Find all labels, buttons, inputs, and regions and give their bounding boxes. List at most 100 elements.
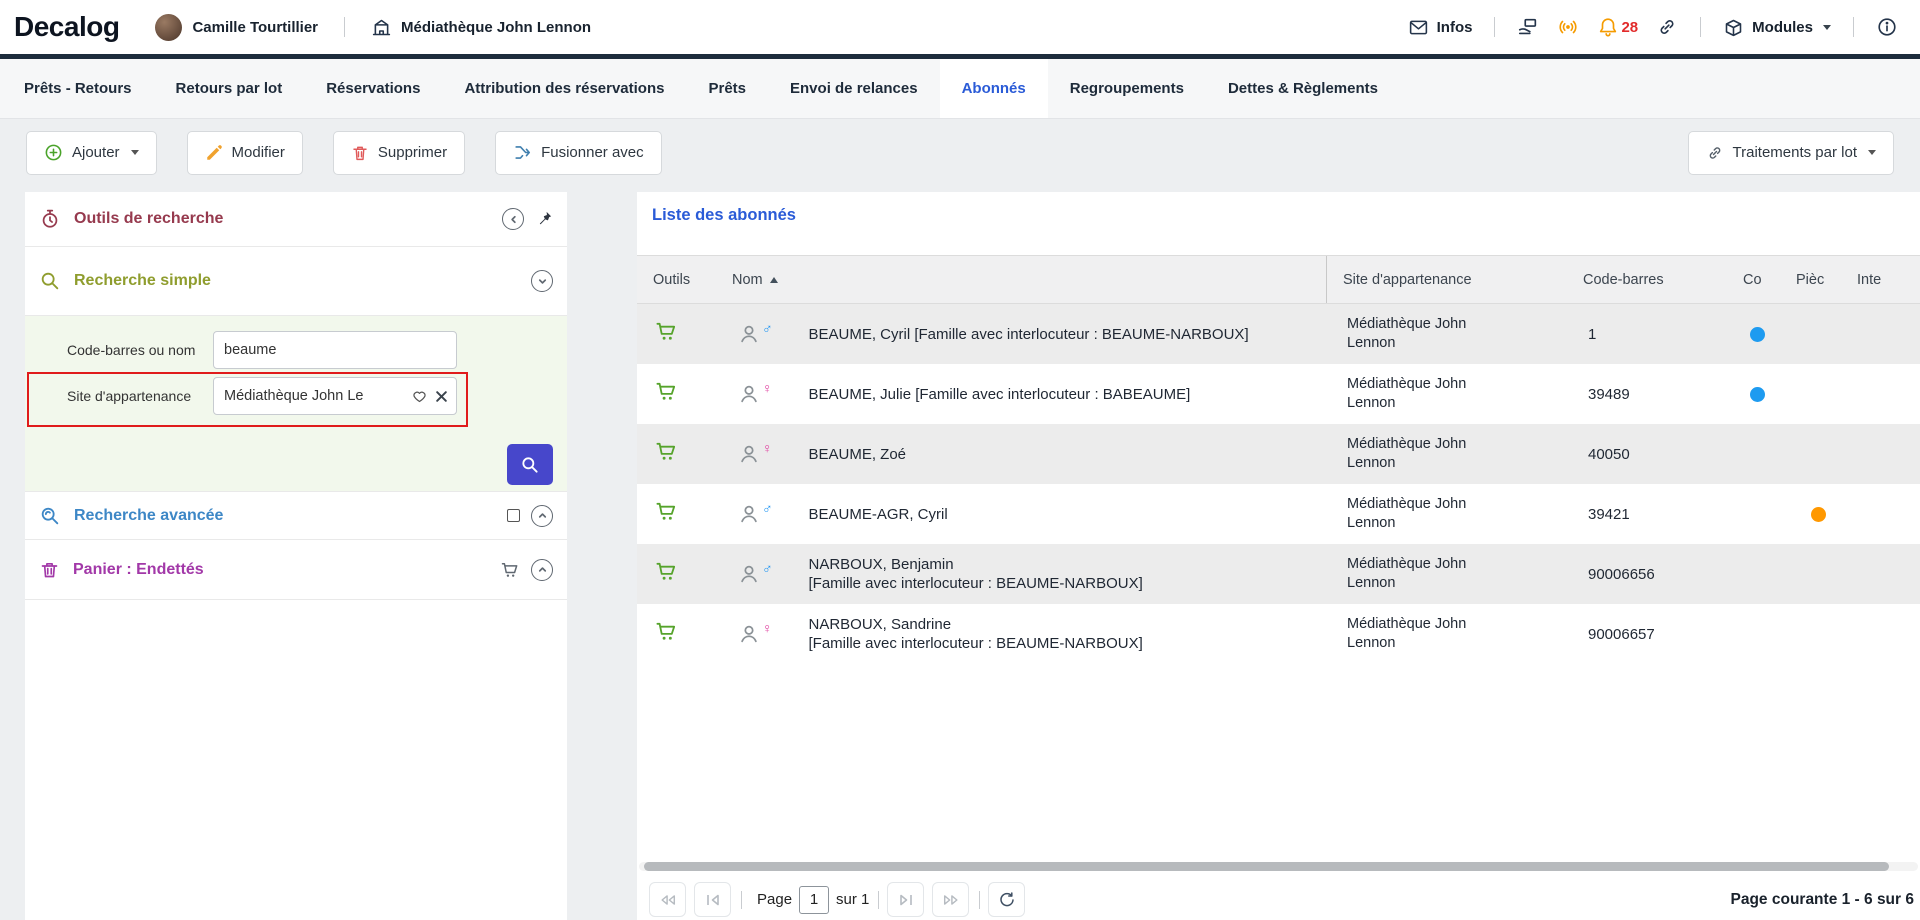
- add-to-basket-icon[interactable]: [655, 440, 678, 463]
- page-number-input[interactable]: [799, 886, 829, 914]
- site-cell: Médiathèque John Lennon: [1326, 615, 1567, 653]
- collapse-section-button[interactable]: [531, 270, 553, 292]
- pagination-summary: Page courante 1 - 6 sur 6: [1731, 891, 1915, 909]
- col-header-tools[interactable]: Outils: [637, 256, 716, 303]
- subscriber-family: [Famille avec interlocuteur : BEAUME-NAR…: [809, 634, 1143, 653]
- table-row[interactable]: ♀ NARBOUX, Sandrine [Famille avec interl…: [637, 604, 1920, 664]
- subscriber-gender-icon[interactable]: ♀: [738, 623, 773, 645]
- advanced-search-header[interactable]: Recherche avancée: [25, 492, 567, 540]
- col-header-barcode[interactable]: Code-barres: [1567, 256, 1727, 303]
- tab-prets[interactable]: Prêts: [686, 59, 768, 118]
- info-circle-icon[interactable]: [1876, 16, 1898, 38]
- clear-icon[interactable]: [435, 390, 448, 403]
- refresh-button[interactable]: [988, 882, 1025, 917]
- simple-search-header[interactable]: Recherche simple: [25, 247, 567, 316]
- col-header-inte[interactable]: Inte: [1849, 256, 1910, 303]
- subscriber-gender-icon[interactable]: ♀: [738, 383, 773, 405]
- tab-regroupements[interactable]: Regroupements: [1048, 59, 1206, 118]
- chevron-down-icon: [537, 276, 548, 287]
- collapse-panel-button[interactable]: [502, 208, 524, 230]
- cart-outline-icon[interactable]: [500, 560, 520, 580]
- expand-section-button[interactable]: [531, 559, 553, 581]
- table-row[interactable]: ♂ BEAUME-AGR, Cyril Médiathèque John Len…: [637, 484, 1920, 544]
- infos-menu[interactable]: Infos: [1408, 17, 1473, 38]
- plus-circle-icon: [44, 143, 63, 162]
- subscriber-name: NARBOUX, Sandrine: [809, 615, 1143, 634]
- page-next-button[interactable]: [887, 882, 924, 917]
- site-name: Médiathèque John Lennon: [401, 19, 591, 36]
- subscriber-gender-icon[interactable]: ♂: [738, 503, 773, 525]
- divider: [878, 891, 879, 909]
- search-icon: [39, 270, 61, 292]
- page-first-button[interactable]: [649, 882, 686, 917]
- subscriber-gender-icon[interactable]: ♂: [738, 563, 773, 585]
- infos-label: Infos: [1437, 19, 1473, 36]
- chevron-up-icon: [537, 510, 548, 521]
- table-row[interactable]: ♀ BEAUME, Julie [Famille avec interlocut…: [637, 364, 1920, 424]
- horizontal-scrollbar[interactable]: [639, 862, 1918, 871]
- barcode-input[interactable]: [213, 331, 457, 369]
- table-row[interactable]: ♂ NARBOUX, Benjamin [Famille avec interl…: [637, 544, 1920, 604]
- tab-envoi-relances[interactable]: Envoi de relances: [768, 59, 940, 118]
- subscriber-gender-icon[interactable]: ♂: [738, 323, 773, 345]
- divider: [979, 891, 980, 909]
- site-select[interactable]: Médiathèque John Le: [213, 377, 457, 415]
- double-chevron-left-icon: [659, 893, 677, 907]
- add-to-basket-icon[interactable]: [655, 500, 678, 523]
- search-icon: [520, 455, 540, 475]
- barcode-cell: 90006656: [1567, 566, 1727, 583]
- edit-button[interactable]: Modifier: [187, 131, 303, 175]
- tab-attribution-reservations[interactable]: Attribution des réservations: [442, 59, 686, 118]
- current-user[interactable]: Camille Tourtillier: [155, 14, 318, 41]
- section-title: Recherche avancée: [74, 507, 223, 525]
- add-button[interactable]: Ajouter: [26, 131, 157, 175]
- pin-icon[interactable]: [535, 210, 553, 228]
- sort-asc-icon: [770, 277, 778, 283]
- basket-header[interactable]: Panier : Endettés: [25, 540, 567, 600]
- modules-menu[interactable]: Modules: [1723, 17, 1831, 38]
- table-row[interactable]: ♀ BEAUME, Zoé Médiathèque John Lennon 40…: [637, 424, 1920, 484]
- col-header-site[interactable]: Site d'appartenance: [1326, 256, 1567, 303]
- subscriber-family: [Famille avec interlocuteur : BEAUME-NAR…: [809, 574, 1143, 593]
- add-to-basket-icon[interactable]: [655, 560, 678, 583]
- trash-icon: [351, 144, 369, 162]
- page-label: Page: [757, 891, 792, 908]
- col-header-name[interactable]: Nom: [716, 256, 1326, 303]
- link-icon[interactable]: [1656, 16, 1678, 38]
- tab-retours-par-lot[interactable]: Retours par lot: [154, 59, 305, 118]
- heart-icon[interactable]: [412, 389, 427, 404]
- modules-box-icon: [1723, 17, 1744, 38]
- col-header-piece[interactable]: Pièc: [1788, 256, 1849, 303]
- add-to-basket-icon[interactable]: [655, 620, 678, 643]
- barcode-cell: 40050: [1567, 446, 1727, 463]
- beacon-icon[interactable]: [1557, 16, 1579, 38]
- tab-abonnes[interactable]: Abonnés: [940, 59, 1048, 118]
- subscriber-gender-icon[interactable]: ♀: [738, 443, 773, 465]
- double-chevron-right-icon: [942, 893, 960, 907]
- col-header-co[interactable]: Co: [1727, 256, 1788, 303]
- search-submit-button[interactable]: [507, 444, 553, 485]
- page-last-button[interactable]: [932, 882, 969, 917]
- table-row[interactable]: ♂ BEAUME, Cyril [Famille avec interlocut…: [637, 304, 1920, 364]
- current-site[interactable]: Médiathèque John Lennon: [371, 17, 591, 38]
- person-icon: [738, 443, 760, 465]
- tab-dettes-reglements[interactable]: Dettes & Règlements: [1206, 59, 1400, 118]
- add-to-basket-icon[interactable]: [655, 380, 678, 403]
- add-to-basket-icon[interactable]: [655, 320, 678, 343]
- subscriber-name: NARBOUX, Benjamin: [809, 555, 1143, 574]
- subscriber-name: BEAUME, Julie [Famille avec interlocuteu…: [809, 385, 1191, 404]
- pencil-icon: [205, 144, 223, 162]
- tab-reservations[interactable]: Réservations: [304, 59, 442, 118]
- tab-prets-retours[interactable]: Prêts - Retours: [2, 59, 154, 118]
- page-prev-button[interactable]: [694, 882, 731, 917]
- delete-button[interactable]: Supprimer: [333, 131, 465, 175]
- merge-button[interactable]: Fusionner avec: [495, 131, 662, 175]
- popout-icon[interactable]: [507, 509, 520, 522]
- notifications-bell-icon[interactable]: 28: [1597, 16, 1638, 38]
- batch-processing-button[interactable]: Traitements par lot: [1688, 131, 1895, 175]
- table-header: Outils Nom Site d'appartenance Code-barr…: [637, 255, 1920, 304]
- scrollbar-thumb[interactable]: [644, 862, 1889, 871]
- loan-card-icon[interactable]: [1517, 16, 1539, 38]
- merge-icon: [513, 143, 532, 162]
- expand-section-button[interactable]: [531, 505, 553, 527]
